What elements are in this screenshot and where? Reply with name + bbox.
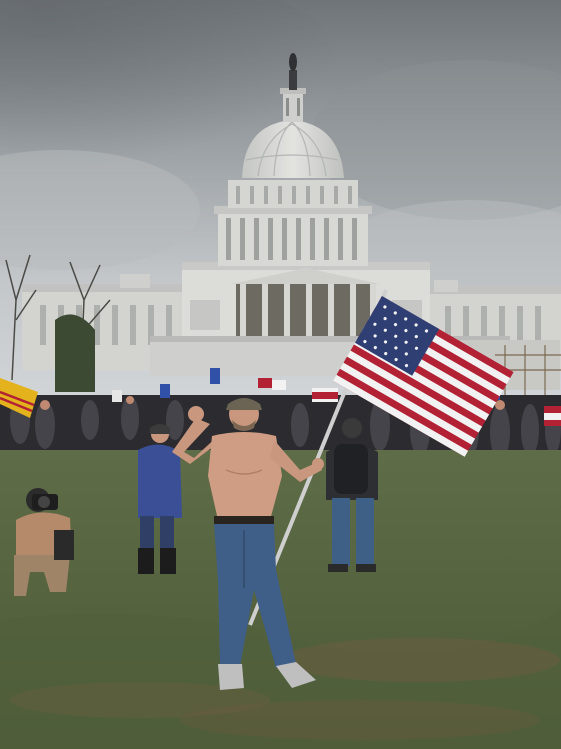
photo-scene [0, 0, 561, 749]
evergreen-tree [55, 314, 95, 392]
photo-canvas [0, 0, 561, 749]
